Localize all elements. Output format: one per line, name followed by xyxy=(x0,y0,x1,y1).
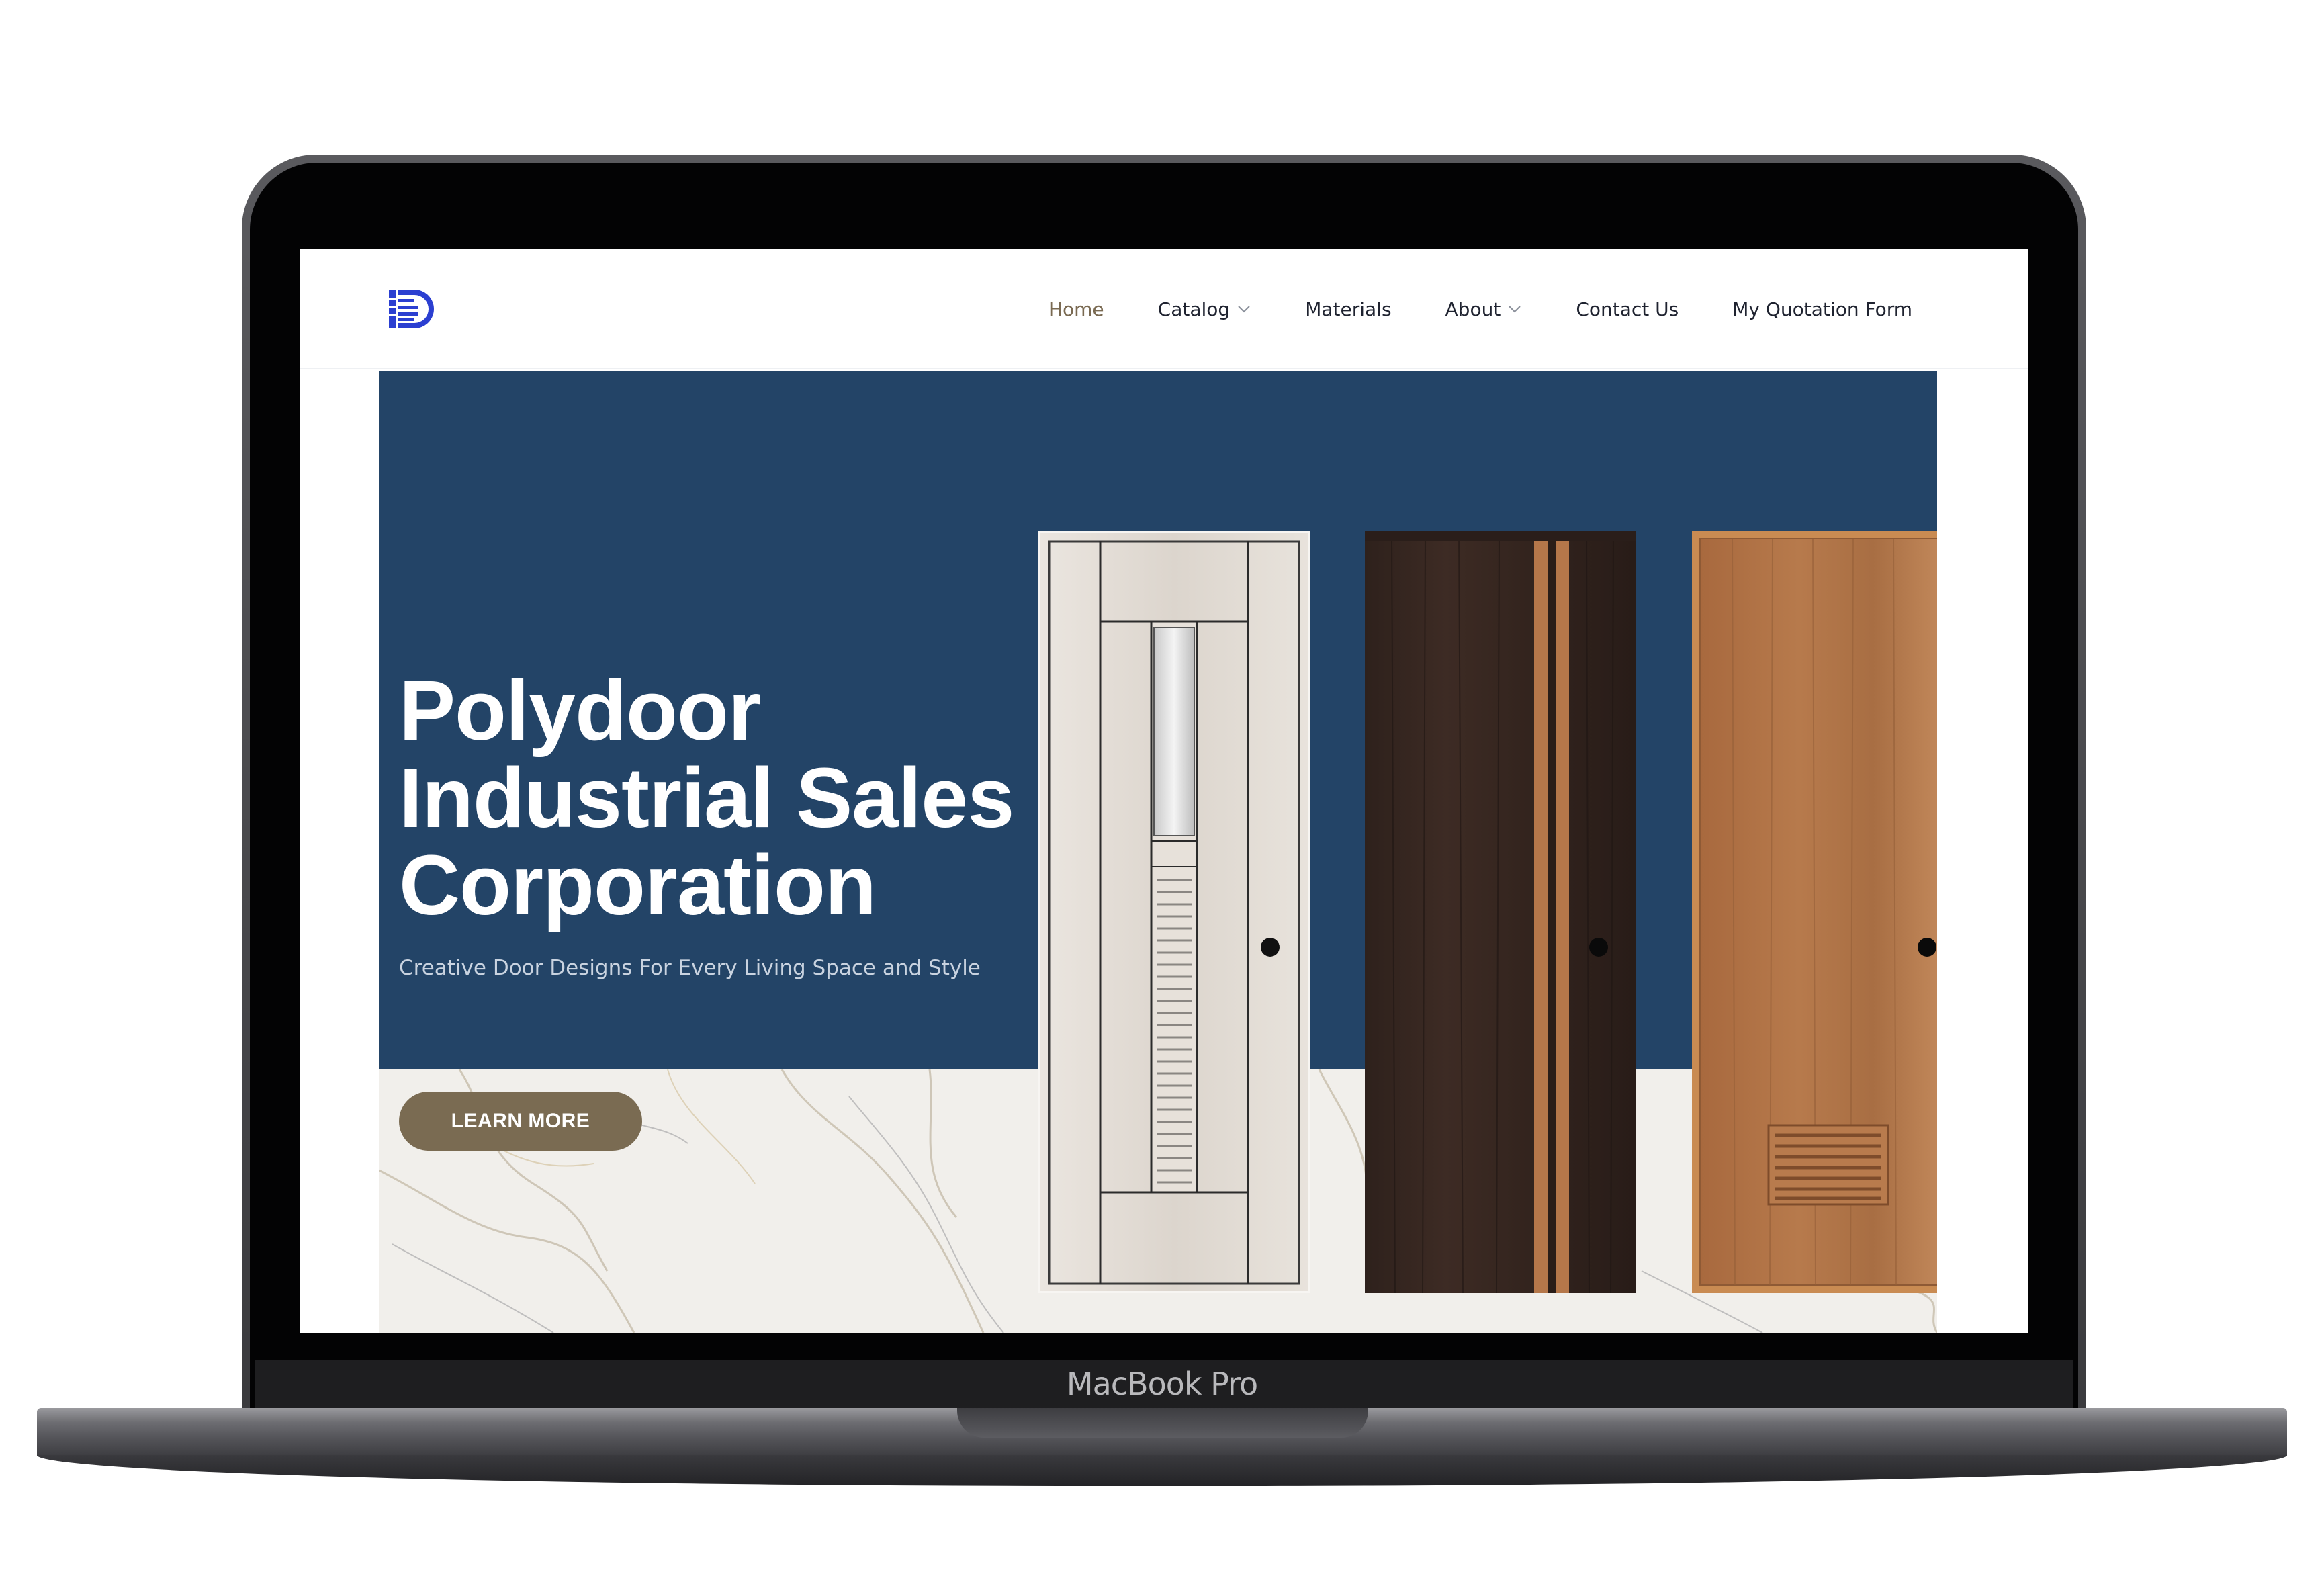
nav-about[interactable]: About xyxy=(1445,298,1523,320)
hero-subtitle: Creative Door Designs For Every Living S… xyxy=(399,956,981,980)
nav-my-quotation-form-label: My Quotation Form xyxy=(1732,298,1912,320)
website-screen: Home Catalog Materials About Contact Us xyxy=(300,249,2028,1333)
nav-catalog-label: Catalog xyxy=(1157,298,1231,320)
nav-home[interactable]: Home xyxy=(1048,298,1104,320)
white-door-image xyxy=(1038,531,1310,1293)
nav-contact-us-label: Contact Us xyxy=(1576,298,1679,320)
hero-title-line2: Industrial Sales xyxy=(399,750,1014,845)
device-model-label: MacBook Pro xyxy=(1066,1366,1258,1402)
nav-catalog[interactable]: Catalog xyxy=(1158,298,1252,320)
laptop-base-bottom xyxy=(37,1455,2287,1486)
hero-title-line3: Corporation xyxy=(399,838,877,932)
site-header: Home Catalog Materials About Contact Us xyxy=(300,249,2028,369)
chevron-down-icon xyxy=(1238,306,1250,313)
nav-my-quotation-form[interactable]: My Quotation Form xyxy=(1732,298,1912,320)
hero-banner: Polydoor Industrial Sales Corporation Cr… xyxy=(379,371,1937,1333)
nav-materials-label: Materials xyxy=(1305,298,1392,320)
hero-title: Polydoor Industrial Sales Corporation xyxy=(399,667,1071,929)
nav-about-label: About xyxy=(1445,298,1501,320)
dark-wood-door-image xyxy=(1365,531,1636,1293)
chevron-down-icon xyxy=(1509,306,1521,313)
polydoor-logo[interactable] xyxy=(389,288,437,330)
wood-door-image xyxy=(1692,531,1937,1293)
laptop-opening-notch xyxy=(957,1408,1368,1438)
nav-home-label: Home xyxy=(1048,298,1104,320)
nav-contact-us[interactable]: Contact Us xyxy=(1576,298,1679,320)
hero-title-line1: Polydoor xyxy=(399,663,761,758)
main-nav: Home Catalog Materials About Contact Us xyxy=(995,249,1912,369)
learn-more-button[interactable]: LEARN MORE xyxy=(399,1092,642,1151)
nav-materials[interactable]: Materials xyxy=(1305,298,1391,320)
